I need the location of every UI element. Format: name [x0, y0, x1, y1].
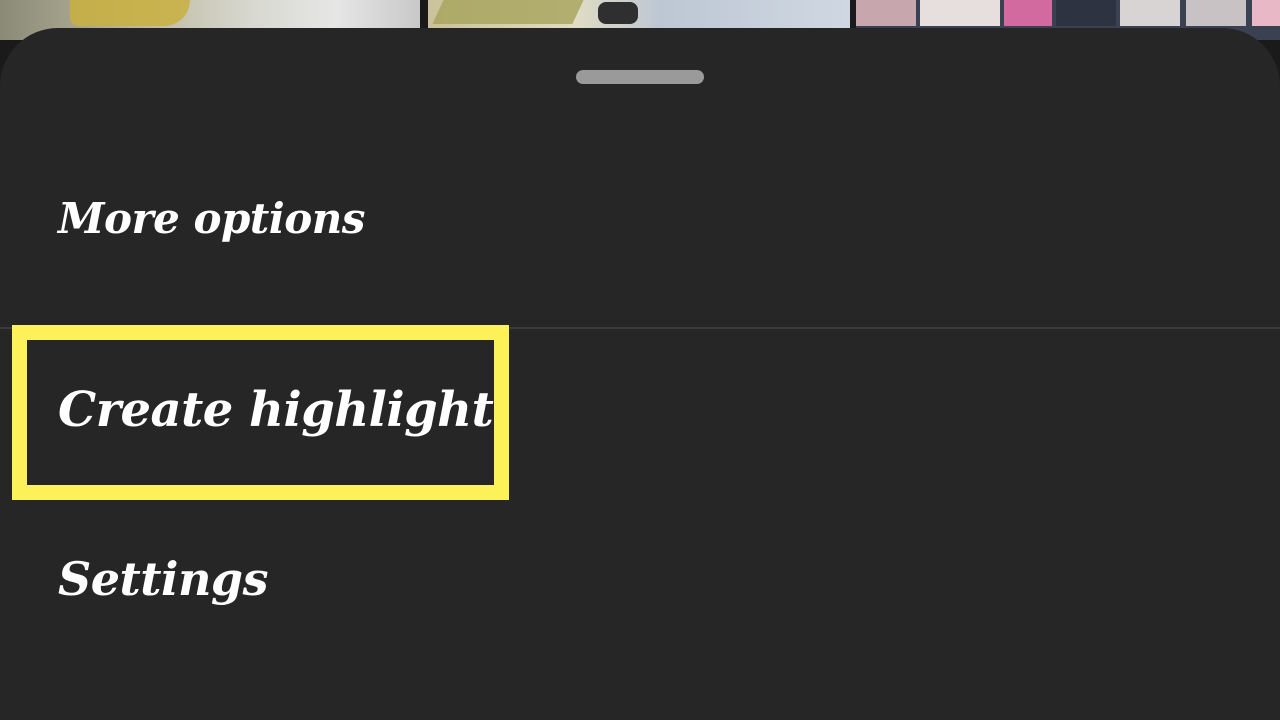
settings-menu-item[interactable]: Settings	[0, 500, 1280, 680]
create-highlight-label: Create highlight	[58, 382, 494, 438]
screen: More options Create highlight Settings	[0, 0, 1280, 720]
options-bottom-sheet: More options Create highlight Settings	[0, 28, 1280, 720]
drag-handle[interactable]	[576, 70, 704, 84]
settings-label: Settings	[58, 552, 268, 606]
more-options-label: More options	[58, 194, 365, 243]
create-highlight-menu-item[interactable]: Create highlight	[0, 328, 1280, 500]
more-options-heading: More options	[0, 156, 1280, 326]
